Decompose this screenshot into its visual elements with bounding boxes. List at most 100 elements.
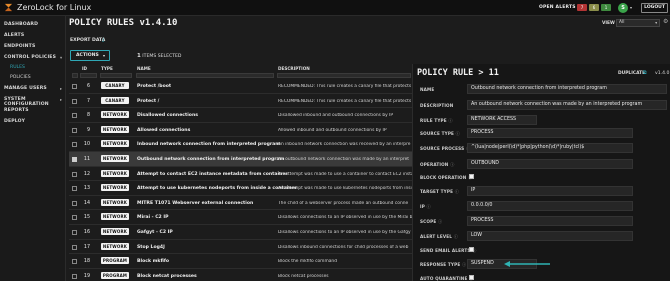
chevron-down-icon[interactable]: ▾ — [630, 5, 632, 10]
sidebar-item-alerts[interactable]: ALERTS — [4, 33, 24, 38]
sidebar-item-endpoints[interactable]: ENDPOINTS — [4, 44, 35, 49]
download-icon[interactable]: ⤓ — [102, 37, 104, 43]
table-row[interactable]: 8 NETWORK Disallowed connections Disallowed… — [69, 108, 412, 123]
row-name[interactable]: Protect /boot — [137, 84, 171, 89]
operation-field[interactable]: OUTBOUND — [467, 159, 633, 169]
copy-icon[interactable]: ⧉ — [643, 70, 647, 76]
table-row[interactable]: 17 NETWORK Stop Log4J Disallows inbound con… — [69, 240, 412, 255]
row-name[interactable]: Attempt to use kubernetes nodeports from… — [137, 186, 297, 191]
table-row[interactable]: 13 NETWORK Attempt to use kubernetes nodep… — [69, 181, 412, 196]
table-row[interactable]: 10 NETWORK Inbound network connection from… — [69, 137, 412, 152]
send-email-alerts-checkbox[interactable] — [469, 247, 474, 252]
gear-icon[interactable]: ⚙ — [663, 18, 668, 25]
sidebar-item-reports[interactable]: REPORTS — [4, 108, 29, 113]
row-checkbox[interactable] — [72, 98, 77, 104]
row-name[interactable]: MITRE T1071 Webserver external connectio… — [137, 201, 253, 206]
row-name[interactable]: Disallowed connections — [137, 113, 198, 118]
duplicate-button[interactable]: DUPLICATE — [618, 71, 645, 76]
source-type-field[interactable]: PROCESS — [467, 128, 633, 138]
row-checkbox[interactable] — [72, 186, 77, 192]
info-icon[interactable]: ⓘ — [456, 131, 460, 136]
select-all-checkbox[interactable] — [72, 73, 78, 78]
name-filter-input[interactable] — [136, 73, 274, 78]
column-header-id[interactable]: ID — [82, 66, 87, 71]
row-name[interactable]: Gafgyt - C2 IP — [137, 230, 173, 235]
table-row[interactable]: 18 PROGRAM Block mkfifo Block the mkfifo co… — [69, 254, 412, 269]
row-description: An attempt was made to use a container t… — [278, 171, 412, 177]
description-field[interactable]: An outbound network connection was made … — [467, 100, 667, 110]
column-header-name[interactable]: NAME — [137, 66, 151, 71]
auto-quarantine-checkbox[interactable] — [469, 275, 474, 280]
sidebar-item-dashboard[interactable]: DASHBOARD — [4, 22, 38, 27]
export-data-link[interactable]: EXPORT DATA — [70, 38, 105, 43]
source-process-field[interactable]: ^(lua|node|perl(\d)*|php|python(\d)*|rub… — [467, 143, 633, 153]
chevron-right-icon[interactable]: ▸ — [60, 86, 62, 91]
row-checkbox[interactable] — [72, 113, 77, 119]
row-name[interactable]: Stop Log4J — [137, 245, 165, 250]
sidebar-item-rules[interactable]: RULES — [10, 65, 25, 70]
sidebar-item-control-policies[interactable]: CONTROL POLICIES — [4, 55, 56, 60]
row-checkbox[interactable] — [72, 127, 77, 133]
sidebar-item-policies[interactable]: POLICIES — [10, 75, 31, 80]
info-icon[interactable]: ⓘ — [455, 189, 459, 194]
sidebar-item-deploy[interactable]: DEPLOY — [4, 119, 25, 124]
info-icon[interactable]: ⓘ — [462, 262, 466, 267]
alert-count-medium[interactable]: 6 — [589, 4, 599, 11]
row-name[interactable]: Allowed connections — [137, 128, 190, 133]
row-checkbox[interactable] — [72, 259, 77, 265]
row-checkbox[interactable] — [72, 244, 77, 250]
table-row[interactable]: 19 PROGRAM Block netcat processes Block net… — [69, 269, 412, 281]
row-name[interactable]: Inbound network connection from interpre… — [137, 142, 280, 147]
row-name[interactable]: Block mkfifo — [137, 259, 169, 264]
row-name[interactable]: Attempt to contact EC2 instance metadata… — [137, 172, 288, 177]
table-row[interactable]: 15 NETWORK Mirai - C2 IP Disallows connecti… — [69, 210, 412, 225]
column-header-description[interactable]: DESCRIPTION — [278, 66, 310, 71]
target-type-field[interactable]: IP — [467, 186, 633, 196]
info-icon[interactable]: ⓘ — [427, 204, 431, 209]
row-name[interactable]: Block netcat processes — [137, 274, 197, 279]
row-checkbox[interactable] — [72, 273, 77, 279]
type-filter-input[interactable] — [100, 73, 132, 78]
row-checkbox[interactable] — [72, 200, 77, 206]
name-field[interactable]: Outbound network connection from interpr… — [467, 84, 667, 94]
ip-field[interactable]: 0.0.0.0/0 — [467, 201, 633, 211]
sidebar-item-manage-users[interactable]: MANAGE USERS — [4, 86, 47, 91]
table-row[interactable]: 14 NETWORK MITRE T1071 Webserver external … — [69, 196, 412, 211]
sidebar-item-system-configuration[interactable]: SYSTEM CONFIGURATION — [4, 97, 65, 107]
row-checkbox[interactable] — [72, 215, 77, 221]
table-row[interactable]: 6 CANARY Protect /boot RECOMMENDED: This ru… — [69, 79, 412, 94]
description-filter-input[interactable] — [277, 73, 411, 78]
chevron-down-icon[interactable]: ▾ — [60, 55, 62, 60]
id-filter-input[interactable] — [80, 73, 97, 78]
info-icon[interactable]: ⓘ — [438, 219, 442, 224]
logout-button[interactable]: LOGOUT — [641, 3, 668, 13]
row-checkbox[interactable] — [72, 142, 77, 148]
info-icon[interactable]: ⓘ — [450, 162, 454, 167]
alert-level-field[interactable]: LOW — [467, 231, 633, 241]
chevron-right-icon[interactable]: ▸ — [60, 97, 62, 102]
row-name[interactable]: Mirai - C2 IP — [137, 215, 168, 220]
row-name[interactable]: Outbound network connection from interpr… — [137, 157, 284, 162]
target-type-label-text: TARGET TYPE — [420, 189, 454, 194]
view-select[interactable]: All ▾ — [616, 19, 660, 27]
info-icon[interactable]: ⓘ — [454, 234, 458, 239]
table-row[interactable]: 11 NETWORK Outbound network connection fro… — [69, 152, 412, 167]
table-row[interactable]: 16 NETWORK Gafgyt - C2 IP Disallows connect… — [69, 225, 412, 240]
info-icon[interactable]: ⓘ — [448, 118, 452, 123]
row-checkbox[interactable] — [72, 157, 77, 162]
table-row[interactable]: 9 NETWORK Allowed connections Allowed inbou… — [69, 123, 412, 138]
row-checkbox[interactable] — [72, 171, 77, 177]
row-name[interactable]: Protect / — [137, 99, 159, 104]
scope-field[interactable]: PROCESS — [467, 216, 633, 226]
actions-button[interactable]: ACTIONS ▾ — [70, 50, 110, 61]
row-checkbox[interactable] — [72, 230, 77, 235]
avatar[interactable]: S — [618, 3, 628, 13]
rule-type-field[interactable]: NETWORK ACCESS — [467, 115, 537, 125]
alert-count-high[interactable]: 7 — [577, 4, 587, 11]
alert-count-low[interactable]: 1 — [601, 4, 611, 11]
table-row[interactable]: 12 NETWORK Attempt to contact EC2 instance… — [69, 167, 412, 182]
table-row[interactable]: 7 CANARY Protect / RECOMMENDED: This rule c… — [69, 94, 412, 109]
row-checkbox[interactable] — [72, 84, 77, 89]
column-header-type[interactable]: TYPE — [101, 66, 113, 71]
block-operation-checkbox[interactable] — [469, 174, 474, 179]
